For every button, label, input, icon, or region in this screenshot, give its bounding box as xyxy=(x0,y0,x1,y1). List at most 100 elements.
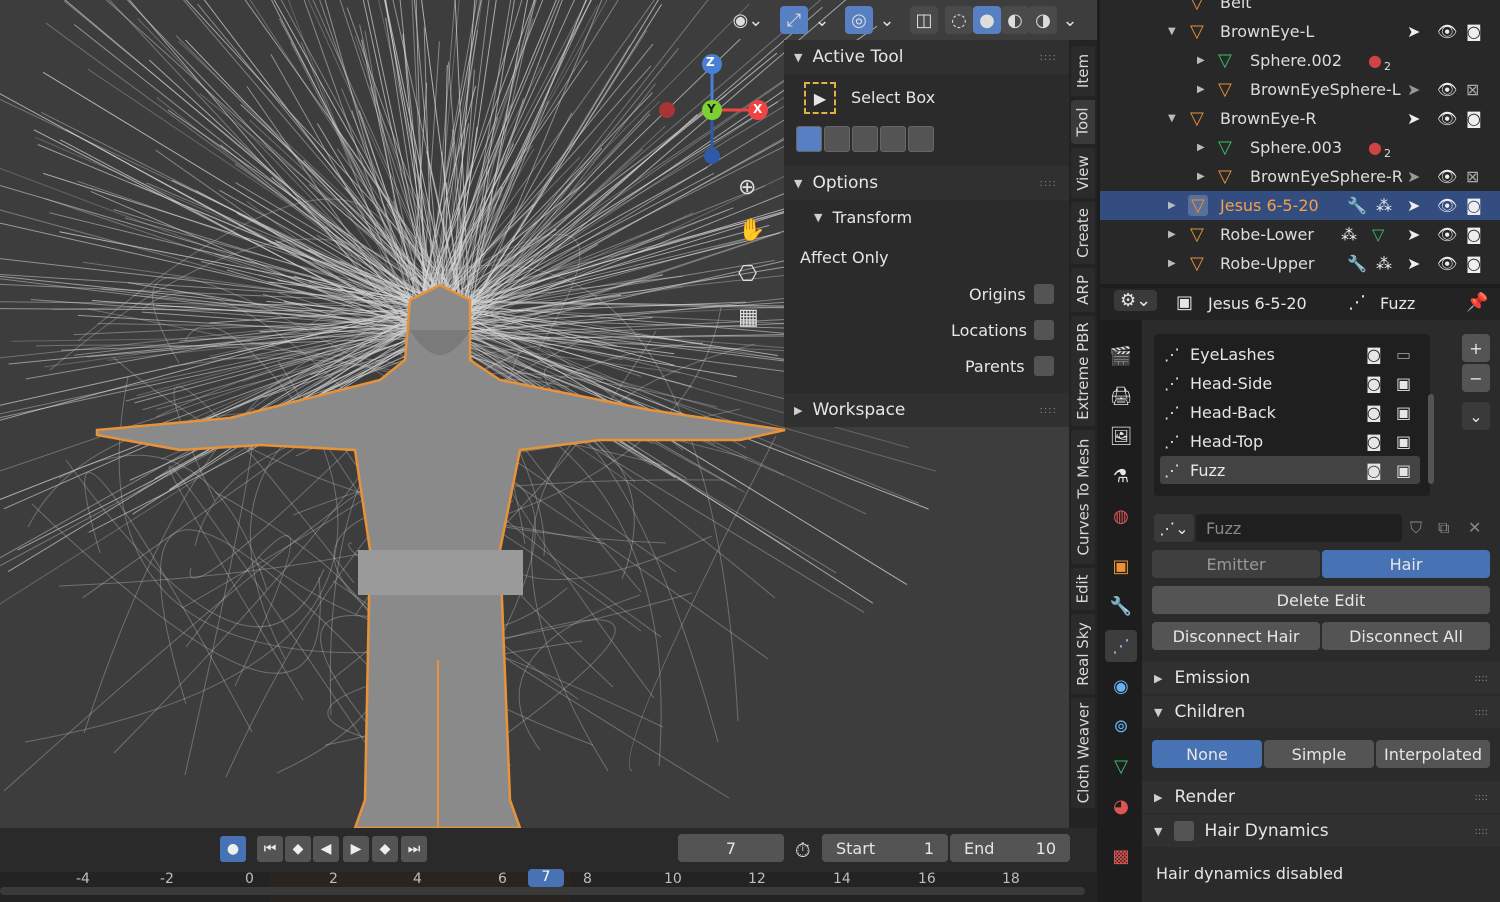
emission-section-header[interactable]: ▶ Emission:::: xyxy=(1142,662,1500,694)
gizmo-toggle-icon[interactable]: ⤢ xyxy=(780,6,808,34)
child-interpolated-button[interactable]: Interpolated xyxy=(1376,740,1490,768)
texture-tab-icon[interactable]: ▩ xyxy=(1105,840,1137,872)
mode-set-icon[interactable] xyxy=(796,126,822,152)
outliner-row[interactable]: ▶ ▽ BrownEyeSphere-R ➤ 👁 ⊠ xyxy=(1100,162,1500,191)
disconnect-hair-button[interactable]: Disconnect Hair xyxy=(1152,622,1320,650)
tool-tab-icon[interactable]: 🎬 xyxy=(1105,340,1137,372)
specials-menu-button[interactable]: ⌄ xyxy=(1462,402,1490,430)
locations-checkbox[interactable] xyxy=(1034,320,1054,340)
select-arrow-icon[interactable]: ➤ xyxy=(1407,167,1420,186)
mode-extend-icon[interactable] xyxy=(824,126,850,152)
solid-shading-icon[interactable]: ● xyxy=(973,6,1001,34)
monitor-icon[interactable]: ▣ xyxy=(1396,374,1411,393)
outliner-row[interactable]: ▶ ▽ Robe-Upper 🔧 ⁂ ➤ 👁 ◙ xyxy=(1100,249,1500,278)
delete-edit-button[interactable]: Delete Edit xyxy=(1152,586,1490,614)
rendered-shading-icon[interactable]: ◑ xyxy=(1029,6,1057,34)
material-tab-icon[interactable]: ◕ xyxy=(1105,790,1137,822)
expand-icon[interactable]: ▶ xyxy=(1197,55,1205,66)
type-emitter-button[interactable]: Emitter xyxy=(1152,550,1320,578)
hair-dynamics-section-header[interactable]: ▼ Hair Dynamics:::: xyxy=(1142,815,1500,847)
select-mode-buttons[interactable] xyxy=(796,126,934,152)
camera-render-icon[interactable]: ◙ xyxy=(1366,403,1382,422)
eye-icon[interactable]: 👁 xyxy=(1437,80,1457,99)
origins-checkbox[interactable] xyxy=(1034,284,1054,304)
outliner-row[interactable]: ▶ ▽ Sphere.002 ● 2 xyxy=(1100,46,1500,75)
select-arrow-icon[interactable]: ➤ xyxy=(1407,254,1420,273)
start-frame-field[interactable]: Start 1 xyxy=(822,834,948,862)
xray-toggle-icon[interactable]: ◫ xyxy=(910,6,938,34)
select-arrow-icon[interactable]: ➤ xyxy=(1407,80,1420,99)
close-icon[interactable]: ✕ xyxy=(1468,518,1481,537)
camera-icon[interactable]: ⎔ xyxy=(738,262,757,287)
mode-subtract-icon[interactable] xyxy=(852,126,878,152)
next-keyframe-button[interactable]: ◆ xyxy=(372,836,398,862)
tab-create[interactable]: Create xyxy=(1071,202,1095,264)
remove-system-button[interactable]: − xyxy=(1462,364,1490,392)
tab-curves-to-mesh[interactable]: Curves To Mesh xyxy=(1071,430,1095,564)
material-shading-icon[interactable]: ◐ xyxy=(1001,6,1029,34)
child-simple-button[interactable]: Simple xyxy=(1264,740,1374,768)
grid-icon[interactable]: ▦ xyxy=(738,305,759,330)
expand-icon[interactable]: ▶ xyxy=(1168,258,1176,269)
camera-render-icon[interactable]: ◙ xyxy=(1366,345,1382,364)
outliner-row[interactable]: ▽ Belt xyxy=(1100,0,1500,17)
eye-icon[interactable]: 👁 xyxy=(1437,167,1457,186)
expand-icon[interactable]: ▼ xyxy=(1168,26,1176,37)
add-system-button[interactable]: + xyxy=(1462,334,1490,362)
chevron-down-icon[interactable]: ⌄ xyxy=(1060,6,1080,34)
outliner-row[interactable]: ▶ ▽ Sphere.003 ● 2 xyxy=(1100,133,1500,162)
monitor-icon[interactable]: ▣ xyxy=(1396,432,1411,451)
list-item[interactable]: ⋰ Head-Back ◙ ▣ xyxy=(1160,398,1420,426)
select-box-icon[interactable]: ▶ xyxy=(804,82,836,114)
parents-checkbox[interactable] xyxy=(1034,356,1054,376)
overlays-icon[interactable]: ◎ xyxy=(845,6,873,34)
tab-real-sky[interactable]: Real Sky xyxy=(1071,614,1095,694)
frame-ruler[interactable]: -4 -2 0 2 4 6 7 8 10 12 14 16 18 xyxy=(0,869,1097,902)
record-button[interactable]: ● xyxy=(220,836,246,862)
particle-system-list[interactable]: ⋰ EyeLashes ◙ ▭ ⋰ Head-Side ◙ ▣ ⋰ Head-Back ◙ ▣ ⋰… xyxy=(1154,334,1434,496)
select-arrow-icon[interactable]: ➤ xyxy=(1407,109,1420,128)
list-item[interactable]: ⋰ Head-Top ◙ ▣ xyxy=(1160,427,1420,455)
play-button[interactable]: ▶ xyxy=(343,836,369,862)
outliner-row[interactable]: ▶ ▽ BrownEyeSphere-L ➤ 👁 ⊠ xyxy=(1100,75,1500,104)
camera-render-icon[interactable]: ◙ xyxy=(1466,109,1482,128)
editor-type-icon[interactable]: ⚙⌄ xyxy=(1114,290,1158,311)
duplicate-icon[interactable]: ⧉ xyxy=(1438,518,1449,538)
object-tab-icon[interactable]: ▣ xyxy=(1105,550,1137,582)
jump-start-button[interactable]: ⏮ xyxy=(257,836,283,862)
particles-icon[interactable]: ⁂ xyxy=(1376,254,1392,273)
jump-end-button[interactable]: ⏭ xyxy=(401,836,427,862)
wireframe-shading-icon[interactable]: ◌ xyxy=(945,6,973,34)
camera-render-icon[interactable]: ◙ xyxy=(1466,22,1482,41)
camera-render-icon[interactable]: ◙ xyxy=(1466,254,1482,273)
camera-render-off-icon[interactable]: ⊠ xyxy=(1466,80,1479,99)
select-arrow-icon[interactable]: ➤ xyxy=(1407,196,1420,215)
expand-icon[interactable]: ▶ xyxy=(1197,142,1205,153)
particles-icon[interactable]: ⁂ xyxy=(1376,196,1392,215)
play-reverse-button[interactable]: ◀ xyxy=(313,836,339,862)
select-arrow-icon[interactable]: ➤ xyxy=(1407,225,1420,244)
hair-dynamics-checkbox[interactable] xyxy=(1174,821,1195,841)
shield-icon[interactable]: ⛉ xyxy=(1410,518,1422,538)
modifier-tab-icon[interactable]: 🔧 xyxy=(1105,590,1137,622)
settings-name-field[interactable]: Fuzz xyxy=(1196,514,1402,542)
eye-icon[interactable]: 👁 xyxy=(1437,22,1457,41)
transform-header[interactable]: ▼ Transform xyxy=(784,200,1069,234)
data-tab-icon[interactable]: ▽ xyxy=(1105,750,1137,782)
particles-tab-icon[interactable]: ⋰ xyxy=(1105,630,1137,662)
list-item[interactable]: ⋰ Head-Side ◙ ▣ xyxy=(1160,369,1420,397)
monitor-icon[interactable]: ▣ xyxy=(1396,461,1411,480)
camera-render-icon[interactable]: ◙ xyxy=(1366,461,1382,480)
eye-icon[interactable]: 👁 xyxy=(1437,196,1457,215)
outliner-row[interactable]: ▼ ▽ BrownEye-R ➤ 👁 ◙ xyxy=(1100,104,1500,133)
output-tab-icon[interactable]: 🖼 xyxy=(1105,420,1137,452)
active-tool-header[interactable]: ▼ Active Tool:::: xyxy=(784,40,1069,74)
tab-extreme-pbr[interactable]: Extreme PBR xyxy=(1071,316,1095,426)
view-object-types-icon[interactable]: ◉⌄ xyxy=(728,6,768,34)
list-scrollbar[interactable] xyxy=(1428,394,1434,484)
disconnect-all-button[interactable]: Disconnect All xyxy=(1322,622,1490,650)
pin-icon[interactable]: 📌 xyxy=(1466,292,1488,313)
settings-browse-button[interactable]: ⋰⌄ xyxy=(1154,514,1194,542)
type-hair-button[interactable]: Hair xyxy=(1322,550,1490,578)
children-section-header[interactable]: ▼ Children:::: xyxy=(1142,696,1500,728)
